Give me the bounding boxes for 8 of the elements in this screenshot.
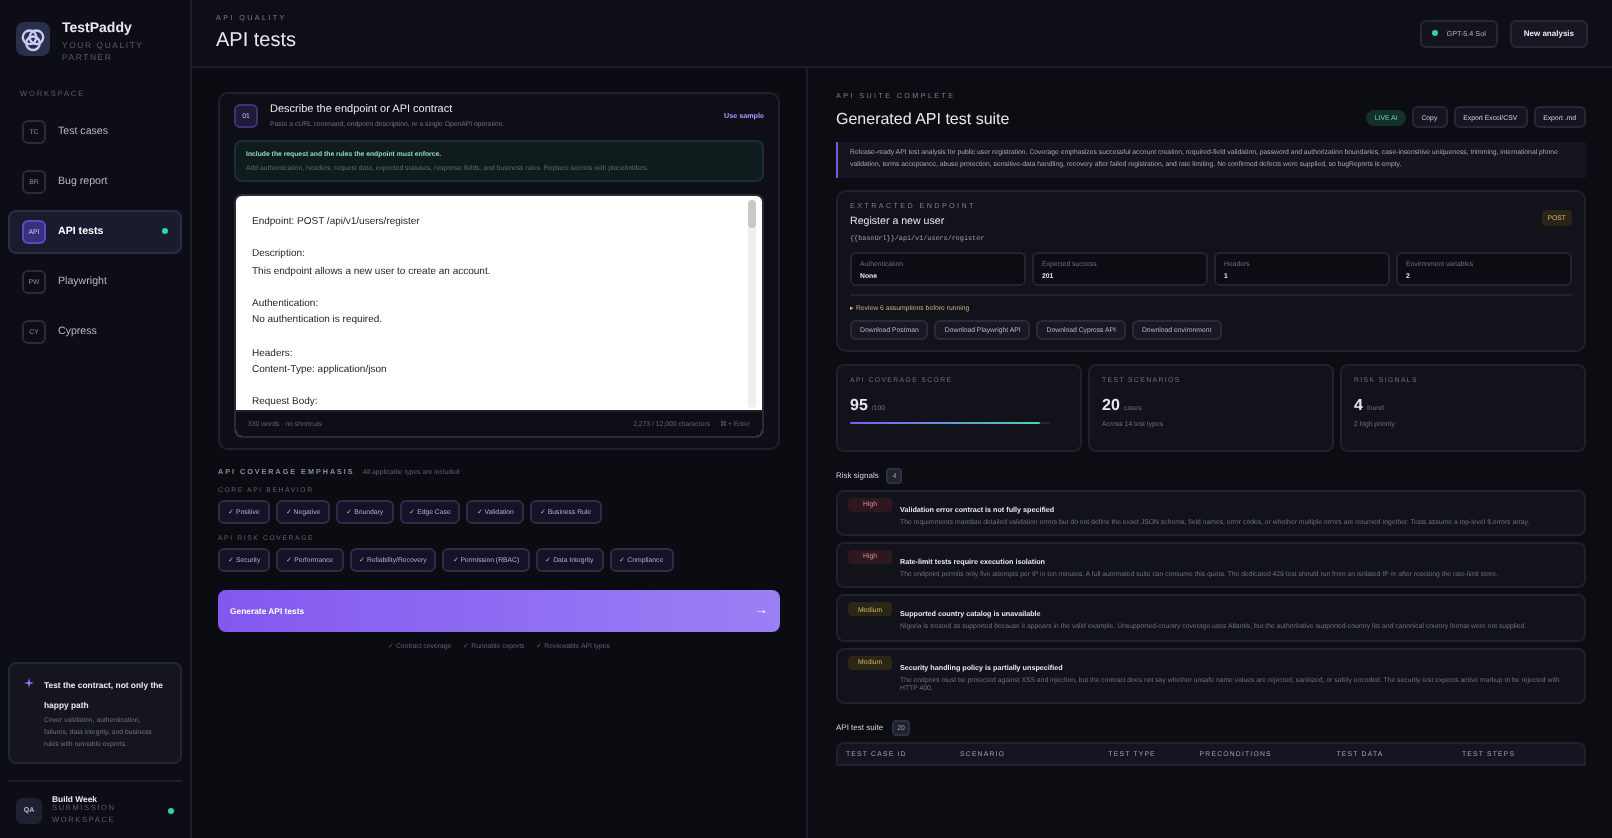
- sparkle-icon: [24, 677, 34, 688]
- logo-icon: [16, 22, 50, 56]
- page-title: API tests: [216, 30, 297, 52]
- metric-value: 95: [850, 395, 868, 414]
- result-title: Generated API test suite: [836, 110, 1010, 128]
- metric-value: 4: [1354, 395, 1363, 414]
- metric-value: 20: [1102, 395, 1120, 414]
- active-dot: [162, 228, 168, 235]
